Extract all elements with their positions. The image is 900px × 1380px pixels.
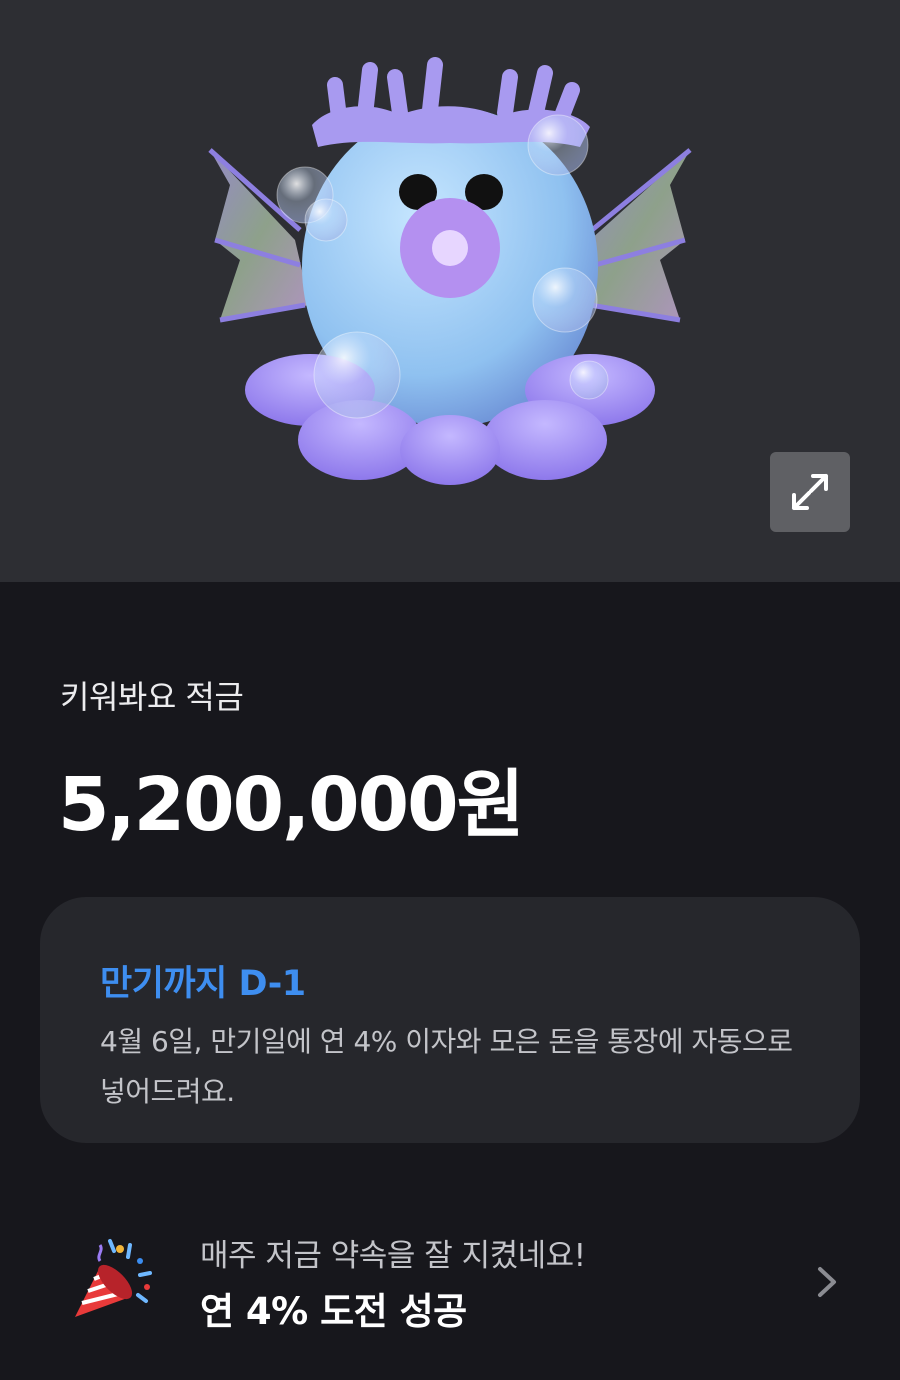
product-name: 키워봐요 적금 — [60, 678, 244, 716]
challenge-title: 연 4% 도전 성공 — [200, 1290, 467, 1333]
maturity-card: 만기까지 D-1 4월 6일, 만기일에 연 4% 이자와 모은 돈을 통장에 … — [40, 897, 860, 1143]
chevron-right-icon — [818, 1267, 836, 1297]
party-popper-icon — [75, 1239, 152, 1317]
maturity-countdown-title: 만기까지 D-1 — [100, 964, 306, 1004]
balance-amount: 5,200,000원 — [58, 762, 525, 848]
challenge-subtitle: 매주 저금 약속을 잘 지켰네요! — [200, 1238, 586, 1274]
hero-banner — [0, 0, 900, 582]
octopus-character-image — [208, 57, 692, 485]
maturity-description: 4월 6일, 만기일에 연 4% 이자와 모은 돈을 통장에 자동으로 넣어드려… — [100, 1025, 793, 1108]
expand-arrows-icon — [792, 474, 828, 510]
expand-button[interactable] — [770, 452, 850, 532]
challenge-success-row[interactable]: 매주 저금 약속을 잘 지켰네요! 연 4% 도전 성공 — [40, 1215, 860, 1345]
